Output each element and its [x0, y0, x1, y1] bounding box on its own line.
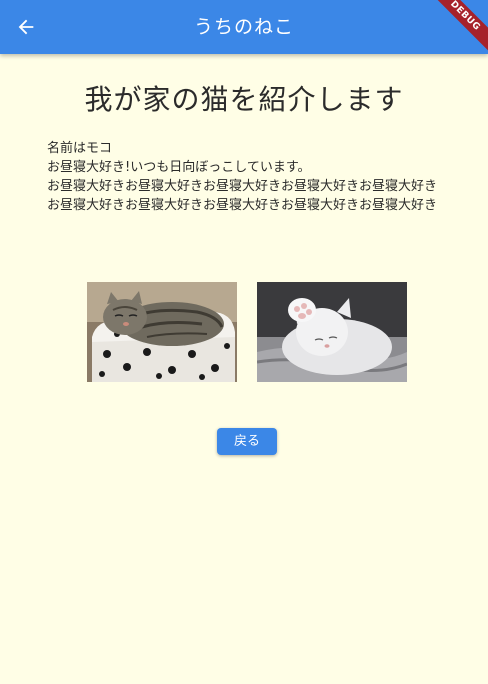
cat-habit-text: お昼寝大好き!いつも日向ぼっこしています。	[47, 160, 311, 175]
tabby-cat-in-bed-photo	[87, 282, 237, 382]
cat-repeat-text: お昼寝大好きお昼寝大好きお昼寝大好きお昼寝大好きお昼寝大好きお昼寝大好きお昼寝大…	[47, 179, 438, 213]
app-bar: うちのねこ DEBUG	[0, 0, 488, 54]
cat-description: 名前はモコ お昼寝大好き!いつも日向ぼっこしています。 お昼寝大好きお昼寝大好き…	[47, 139, 445, 215]
cat-name-text: 名前はモコ	[47, 141, 113, 156]
back-button[interactable]: 戻る	[217, 428, 277, 455]
app-bar-title: うちのねこ	[193, 16, 294, 38]
page-heading: 我が家の猫を紹介します	[84, 83, 404, 116]
white-cat-sleeping-photo	[257, 282, 407, 382]
